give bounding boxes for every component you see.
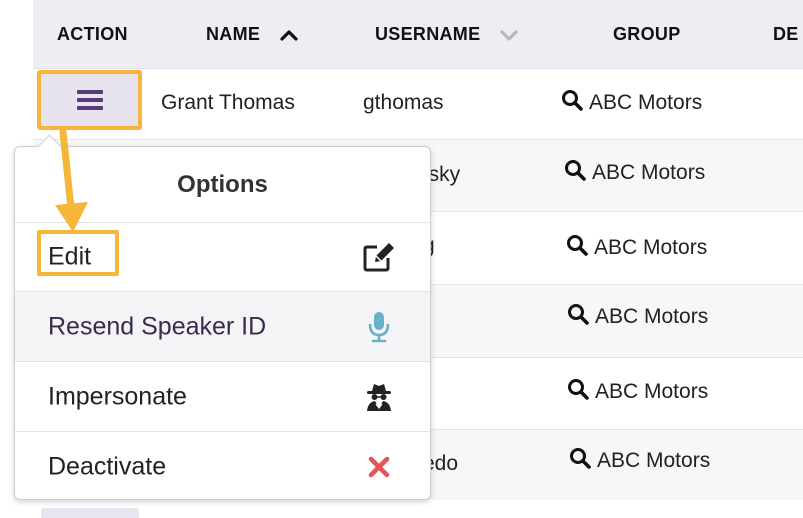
spy-icon bbox=[362, 380, 396, 414]
table-header: ACTION NAME USERNAME GROUP DE bbox=[33, 0, 803, 69]
cell-group[interactable]: ABC Motors bbox=[567, 378, 708, 406]
column-header-username[interactable]: USERNAME bbox=[375, 24, 518, 46]
search-icon[interactable] bbox=[564, 159, 586, 187]
cell-name: Grant Thomas bbox=[161, 91, 295, 114]
close-icon bbox=[362, 450, 396, 484]
search-icon[interactable] bbox=[561, 89, 583, 117]
menu-item-label: Deactivate bbox=[48, 452, 167, 481]
search-icon[interactable] bbox=[567, 303, 589, 331]
users-page: ACTION NAME USERNAME GROUP DE Grant Thom… bbox=[0, 0, 803, 518]
next-row-action-button-partial[interactable] bbox=[41, 508, 139, 518]
search-icon[interactable] bbox=[566, 234, 588, 262]
microphone-icon bbox=[362, 310, 396, 344]
column-header-group: GROUP bbox=[613, 24, 681, 44]
cell-group[interactable]: ABC Motors bbox=[567, 303, 708, 331]
column-header-username-label: USERNAME bbox=[375, 24, 481, 44]
group-name: ABC Motors bbox=[589, 91, 703, 114]
group-name: ABC Motors bbox=[594, 236, 708, 259]
row-actions-menu-button[interactable] bbox=[37, 70, 142, 130]
edit-icon bbox=[362, 240, 396, 274]
table-row: Grant Thomas gthomas ABC Motors bbox=[33, 69, 803, 140]
sort-descending-icon[interactable] bbox=[500, 25, 518, 46]
options-title: Options bbox=[15, 147, 430, 223]
cell-group[interactable]: ABC Motors bbox=[564, 159, 705, 187]
options-dropdown: Options Edit Resend Speaker ID Impersona… bbox=[14, 134, 431, 502]
group-name: ABC Motors bbox=[597, 449, 711, 472]
menu-item-label: Impersonate bbox=[48, 382, 187, 410]
menu-item-label: Resend Speaker ID bbox=[48, 312, 267, 340]
menu-item-resend-speaker-id[interactable]: Resend Speaker ID bbox=[15, 292, 430, 362]
menu-item-impersonate[interactable]: Impersonate bbox=[15, 362, 430, 432]
group-name: ABC Motors bbox=[595, 305, 709, 328]
cell-group[interactable]: ABC Motors bbox=[566, 234, 707, 262]
hamburger-menu-icon bbox=[76, 90, 103, 110]
menu-item-edit[interactable]: Edit bbox=[15, 222, 430, 292]
menu-item-deactivate[interactable]: Deactivate bbox=[15, 432, 430, 502]
group-name: ABC Motors bbox=[595, 380, 709, 403]
cell-username: gthomas bbox=[363, 91, 444, 114]
menu-item-label: Edit bbox=[48, 242, 92, 270]
column-header-name[interactable]: NAME bbox=[206, 24, 298, 46]
search-icon[interactable] bbox=[567, 378, 589, 406]
group-name: ABC Motors bbox=[592, 161, 706, 184]
search-icon[interactable] bbox=[569, 447, 591, 475]
column-header-action: ACTION bbox=[57, 24, 128, 44]
column-header-department: DE bbox=[773, 24, 799, 44]
cell-group[interactable]: ABC Motors bbox=[561, 89, 702, 117]
sort-ascending-icon[interactable] bbox=[279, 25, 298, 46]
column-header-name-label: NAME bbox=[206, 24, 261, 44]
cell-group[interactable]: ABC Motors bbox=[569, 447, 710, 475]
